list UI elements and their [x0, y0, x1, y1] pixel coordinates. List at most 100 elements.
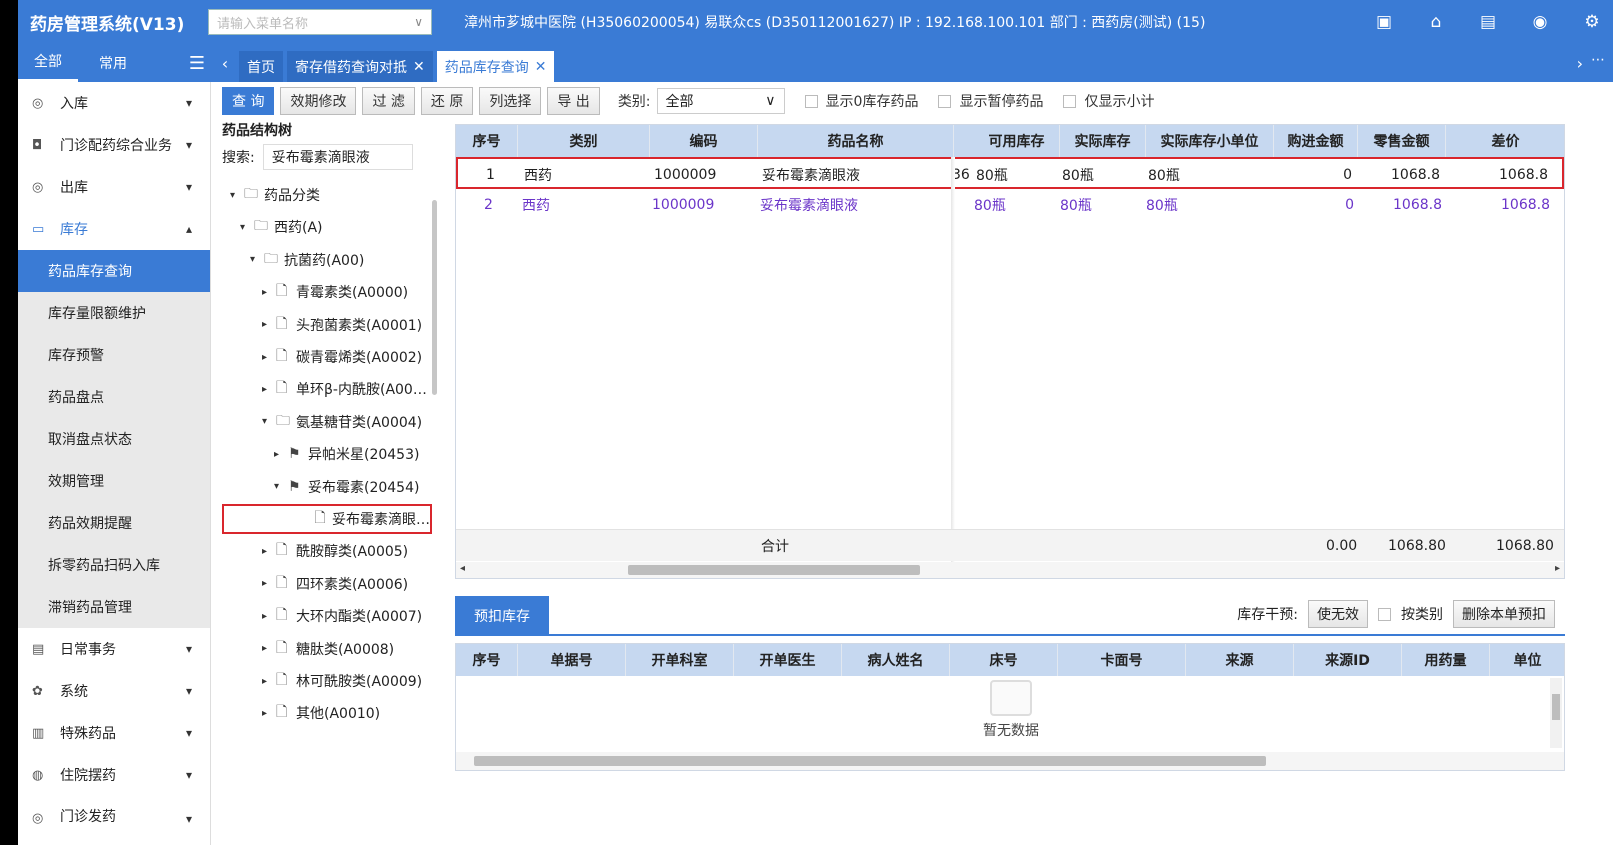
caret-right-icon[interactable]: ▸: [262, 546, 276, 557]
scroll-thumb[interactable]: [628, 565, 920, 575]
eye-icon[interactable]: ◉: [1529, 11, 1551, 33]
sidebar-group-outpatient[interactable]: ◘ 门诊配药综合业务 ▾: [18, 124, 210, 166]
caret-right-icon[interactable]: ▸: [262, 708, 276, 719]
reserve-column-header[interactable]: 床号: [950, 644, 1058, 676]
tabs-scroll-left-icon[interactable]: ‹: [211, 44, 239, 82]
reserve-column-header[interactable]: 来源: [1186, 644, 1294, 676]
sidebar-item-slow-moving[interactable]: 滞销药品管理: [18, 586, 210, 628]
tree-node[interactable]: ▸ 🗋 青霉素类(A0000): [262, 277, 408, 307]
column-header[interactable]: 可用库存: [974, 125, 1060, 157]
subtotal-only-checkbox[interactable]: 仅显示小计: [1063, 91, 1154, 111]
column-header[interactable]: 编码: [650, 125, 758, 157]
caret-down-icon[interactable]: ▾: [240, 222, 254, 233]
table-row[interactable]: 2 西药 1000009 妥布霉素滴眼液 80瓶 80瓶 80瓶 0 1068.8 1068.8: [456, 189, 1564, 221]
sidebar-item-cancel-stocktaking[interactable]: 取消盘点状态: [18, 418, 210, 460]
sidebar-item-stock-limit[interactable]: 库存量限额维护: [18, 292, 210, 334]
tree-node[interactable]: 🗋 妥布霉素滴眼…: [222, 504, 432, 534]
reserve-column-header[interactable]: 单据号: [518, 644, 626, 676]
reserve-column-header[interactable]: 用药量: [1402, 644, 1490, 676]
sidebar-item-stock-warning[interactable]: 库存预警: [18, 334, 210, 376]
reserve-column-header[interactable]: 序号: [456, 644, 518, 676]
caret-right-icon[interactable]: ▸: [262, 676, 276, 687]
category-select[interactable]: 全部 ∨: [656, 88, 785, 114]
menu-toggle-icon[interactable]: ☰: [189, 53, 205, 74]
caret-right-icon[interactable]: ▸: [262, 319, 276, 330]
close-icon[interactable]: ✕: [413, 59, 425, 75]
sidebar-item-split-scan[interactable]: 拆零药品扫码入库: [18, 544, 210, 586]
column-header[interactable]: 类别: [518, 125, 650, 157]
caret-right-icon[interactable]: ▸: [274, 449, 288, 460]
monitor-icon[interactable]: ⌂: [1425, 11, 1447, 33]
column-header[interactable]: 购进金额: [1274, 125, 1358, 157]
close-icon[interactable]: ✕: [535, 59, 547, 75]
reserve-column-header[interactable]: 卡面号: [1058, 644, 1186, 676]
tree-scrollbar[interactable]: [432, 200, 437, 395]
tree-node[interactable]: ▸ 🗋 糖肽类(A0008): [262, 634, 394, 664]
sidebar-item-expiry-manage[interactable]: 效期管理: [18, 460, 210, 502]
caret-down-icon[interactable]: ▾: [250, 254, 264, 265]
tree-node[interactable]: ▾ 🗀 抗菌药(A00): [250, 245, 364, 275]
screen-icon[interactable]: ▣: [1373, 11, 1395, 33]
invalidate-button[interactable]: 使无效: [1308, 600, 1368, 628]
caret-right-icon[interactable]: ▸: [262, 352, 276, 363]
caret-down-icon[interactable]: ▾: [230, 190, 244, 201]
caret-right-icon[interactable]: ▸: [262, 578, 276, 589]
delete-reserve-button[interactable]: 删除本单预扣: [1453, 600, 1555, 628]
tree-node[interactable]: ▸ 🗋 碳青霉烯类(A0002): [262, 342, 422, 372]
tab-reserved-stock[interactable]: 预扣库存: [455, 596, 549, 636]
sidebar-group-special-drugs[interactable]: ▥ 特殊药品 ▾: [18, 712, 210, 754]
column-header[interactable]: 实际库存: [1060, 125, 1146, 157]
tree-node[interactable]: ▸ 🗋 酰胺醇类(A0005): [262, 536, 408, 566]
tree-node[interactable]: ▸ 🗋 大环内酯类(A0007): [262, 601, 422, 631]
column-header[interactable]: 差价: [1446, 125, 1564, 157]
column-select-button[interactable]: 列选择: [479, 87, 542, 115]
tree-node[interactable]: ▾ 🗀 药品分类: [230, 180, 320, 210]
more-icon[interactable]: ⋯: [1591, 52, 1605, 68]
tree-node[interactable]: ▸ 🗋 四环素类(A0006): [262, 569, 408, 599]
sidebar-item-stocktaking[interactable]: 药品盘点: [18, 376, 210, 418]
show-zero-stock-checkbox[interactable]: 显示0库存药品: [804, 91, 918, 111]
tab-all-menus[interactable]: 全部: [18, 44, 78, 82]
sidebar-group-inpatient[interactable]: ◍ 住院摆药 ▾: [18, 754, 210, 796]
query-button[interactable]: 查 询: [222, 87, 275, 115]
tree-node[interactable]: ▸ 🗋 其他(A0010): [262, 698, 380, 728]
checkbox-box[interactable]: [804, 94, 818, 108]
tab-deposit-query[interactable]: 寄存借药查询对抵 ✕: [287, 51, 433, 82]
caret-right-icon[interactable]: ▸: [262, 287, 276, 298]
expiry-edit-button[interactable]: 效期修改: [280, 87, 357, 115]
column-header[interactable]: 序号: [456, 125, 518, 157]
column-header[interactable]: 药品名称: [758, 125, 954, 157]
caret-right-icon[interactable]: ▸: [262, 384, 276, 395]
tree-node[interactable]: ▸ ⚑ 异帕米星(20453): [274, 439, 419, 469]
caret-right-icon[interactable]: ▸: [262, 611, 276, 622]
restore-button[interactable]: 还 原: [420, 87, 474, 115]
tab-common-menus[interactable]: 常用: [78, 53, 148, 73]
sidebar-group-outpatient-dispense[interactable]: ◎ 门诊发药 ▾: [18, 796, 210, 826]
tab-home[interactable]: 首页: [239, 51, 283, 82]
tabs-scroll-right-icon[interactable]: ›: [1577, 54, 1583, 73]
reserve-column-header[interactable]: 开单科室: [626, 644, 734, 676]
caret-down-icon[interactable]: ▾: [274, 481, 288, 492]
by-category-checkbox[interactable]: [1378, 607, 1391, 621]
sidebar-group-inbound[interactable]: ◎ 入库 ▾: [18, 82, 210, 124]
reserve-column-header[interactable]: 病人姓名: [842, 644, 950, 676]
tab-drug-stock-query[interactable]: 药品库存查询 ✕: [436, 51, 555, 82]
tree-node[interactable]: ▾ ⚑ 妥布霉素(20454): [274, 472, 419, 502]
caret-down-icon[interactable]: ▾: [262, 416, 276, 427]
export-button[interactable]: 导 出: [547, 87, 600, 115]
sidebar-group-outbound[interactable]: ◎ 出库 ▾: [18, 166, 210, 208]
menu-search-select[interactable]: 请输入菜单名称 ∨: [208, 9, 432, 35]
checkbox-box[interactable]: [938, 94, 952, 108]
sidebar-item-expiry-reminder[interactable]: 药品效期提醒: [18, 502, 210, 544]
sidebar-item-drug-stock-query[interactable]: 药品库存查询: [18, 250, 210, 292]
tree-node[interactable]: ▸ 🗋 林可酰胺类(A0009): [262, 666, 422, 696]
tree-node[interactable]: ▸ 🗋 头孢菌素类(A0001): [262, 310, 422, 340]
reserve-column-header[interactable]: 开单医生: [734, 644, 842, 676]
reserve-column-header[interactable]: 来源ID: [1294, 644, 1402, 676]
column-header[interactable]: 实际库存小单位: [1146, 125, 1274, 157]
tree-node[interactable]: ▸ 🗋 单环β-内酰胺(A00…: [262, 374, 427, 404]
filter-button[interactable]: 过 滤: [362, 87, 415, 115]
sidebar-group-daily[interactable]: ▤ 日常事务 ▾: [18, 628, 210, 670]
tree-search-input[interactable]: 妥布霉素滴眼液: [262, 144, 413, 170]
scroll-left-icon[interactable]: ◂: [460, 563, 465, 574]
